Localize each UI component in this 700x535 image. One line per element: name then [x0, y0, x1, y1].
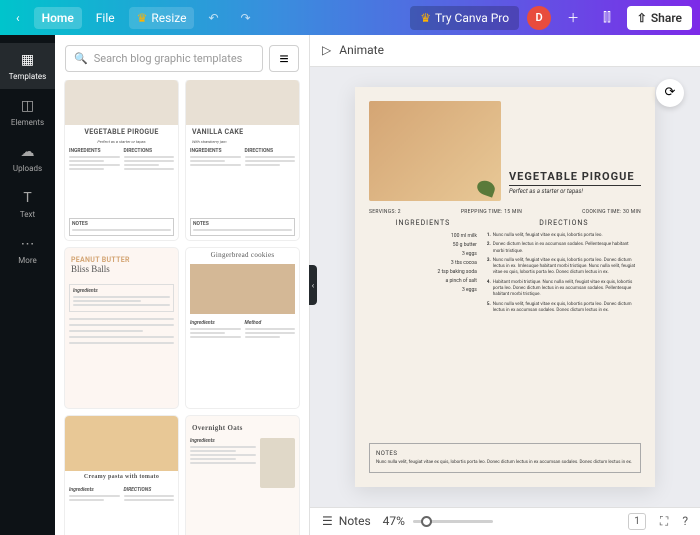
rail-uploads[interactable]: ☁Uploads — [0, 135, 55, 181]
rail-templates[interactable]: ▦Templates — [0, 43, 55, 89]
rail-elements[interactable]: ◫Elements — [0, 89, 55, 135]
chevron-left-icon: ‹ — [16, 11, 20, 25]
template-card[interactable]: Creamy pasta with tomato IngredientsDIRE… — [65, 416, 178, 535]
resize-button[interactable]: ♛Resize — [129, 7, 195, 29]
template-card[interactable]: VANILLA CAKE With strawberry jam INGREDI… — [186, 80, 299, 240]
canvas-area: ▷ Animate ⟳ VEGETABLE PIROGUE Perfect as… — [310, 35, 700, 535]
canvas-toolbar: ▷ Animate — [310, 35, 700, 67]
avatar[interactable]: D — [527, 6, 551, 30]
template-title: Overnight Oats — [186, 416, 299, 434]
doc-hero: VEGETABLE PIROGUE Perfect as a starter o… — [369, 101, 641, 201]
crown-icon: ♛ — [420, 11, 431, 25]
help-button[interactable]: ? — [682, 514, 688, 528]
slider-thumb[interactable] — [421, 516, 432, 527]
page-indicator[interactable]: 1 — [628, 513, 646, 530]
template-title: VANILLA CAKE — [186, 125, 299, 139]
search-input[interactable]: 🔍 Search blog graphic templates — [65, 45, 263, 72]
recipe-photo — [369, 101, 501, 201]
notes-button[interactable]: ☰Notes — [322, 514, 371, 528]
chart-icon: ⫿⫿ — [603, 10, 611, 25]
templates-panel: 🔍 Search blog graphic templates ≡ VEGETA… — [55, 35, 310, 535]
sliders-icon: ≡ — [279, 49, 288, 69]
search-icon: 🔍 — [74, 52, 88, 65]
zoom-level[interactable]: 47% — [383, 514, 405, 528]
home-button[interactable]: Home — [34, 7, 82, 29]
template-title: Creamy pasta with tomato — [65, 471, 178, 483]
animate-icon: ▷ — [322, 43, 331, 57]
template-card[interactable]: VEGETABLE PIROGUE Perfect as a starter o… — [65, 80, 178, 240]
directions-col: DIRECTIONS 1.Nunc nulla velit, feugiat v… — [487, 219, 641, 317]
crown-icon: ♛ — [137, 11, 148, 25]
template-thumb — [65, 80, 178, 125]
undo-button[interactable]: ↶ — [200, 7, 226, 29]
template-thumb — [186, 80, 299, 125]
template-thumb — [65, 416, 178, 471]
bottom-bar: ☰Notes 47% 1 ⛶ ? — [310, 507, 700, 535]
side-rail: ▦Templates ◫Elements ☁Uploads TText ⋯Mor… — [0, 35, 55, 535]
uploads-icon: ☁ — [19, 143, 37, 161]
recipe-title: VEGETABLE PIROGUE — [509, 170, 641, 186]
rail-more[interactable]: ⋯More — [0, 227, 55, 273]
file-menu[interactable]: File — [88, 7, 123, 29]
template-card[interactable]: PEANUT BUTTER Bliss Balls Ingredients — [65, 248, 178, 408]
cook-time: COOKING TIME: 30 MIN — [582, 209, 641, 215]
zoom-controls: 47% — [383, 514, 493, 528]
animate-button[interactable]: Animate — [339, 43, 384, 57]
template-title: Gingerbread cookies — [186, 248, 299, 262]
topbar-left: ‹ Home File ♛Resize ↶ ↷ — [8, 7, 259, 29]
try-pro-button[interactable]: ♛Try Canva Pro — [410, 6, 519, 30]
share-button[interactable]: ⇧Share — [627, 6, 692, 30]
ingredients-col: INGREDIENTS 100 ml milk 50 g butter 3 eg… — [369, 219, 477, 317]
templates-grid: VEGETABLE PIROGUE Perfect as a starter o… — [55, 80, 309, 535]
refresh-button[interactable]: ⟳ — [656, 79, 684, 107]
insights-button[interactable]: ⫿⫿ — [595, 6, 619, 29]
template-card[interactable]: Overnight Oats Ingredients — [186, 416, 299, 535]
recipe-notes: NOTES Nunc nulla velit, feugiat vitae ex… — [369, 443, 641, 473]
canvas-viewport[interactable]: ⟳ VEGETABLE PIROGUE Perfect as a starter… — [310, 67, 700, 507]
refresh-icon: ⟳ — [665, 85, 676, 100]
redo-button[interactable]: ↷ — [233, 7, 259, 29]
rail-text[interactable]: TText — [0, 181, 55, 227]
back-button[interactable]: ‹ — [8, 7, 28, 29]
upload-icon: ⇧ — [637, 11, 647, 25]
recipe-meta: SERVINGS: 2 PREPPING TIME: 15 MIN COOKIN… — [369, 201, 641, 219]
zoom-slider[interactable] — [413, 520, 493, 523]
doc-heading: VEGETABLE PIROGUE Perfect as a starter o… — [509, 101, 641, 201]
recipe-subtitle: Perfect as a starter or tapas! — [509, 188, 641, 195]
template-thumb — [190, 264, 295, 314]
filter-button[interactable]: ≡ — [269, 45, 299, 72]
template-title: PEANUT BUTTER — [65, 248, 178, 264]
bottom-right: 1 ⛶ ? — [628, 513, 688, 530]
topbar-right: ♛Try Canva Pro D ＋ ⫿⫿ ⇧Share — [410, 5, 692, 30]
more-icon: ⋯ — [19, 235, 37, 253]
prep-time: PREPPING TIME: 15 MIN — [461, 209, 522, 215]
topbar: ‹ Home File ♛Resize ↶ ↷ ♛Try Canva Pro D… — [0, 0, 700, 35]
template-card[interactable]: Gingerbread cookies IngredientsMethod — [186, 248, 299, 408]
template-thumb — [260, 438, 295, 488]
notes-icon: ☰ — [322, 514, 333, 528]
fullscreen-button[interactable]: ⛶ — [660, 514, 668, 529]
document-page[interactable]: VEGETABLE PIROGUE Perfect as a starter o… — [355, 87, 655, 487]
elements-icon: ◫ — [19, 97, 37, 115]
add-button[interactable]: ＋ — [559, 5, 587, 30]
templates-icon: ▦ — [19, 51, 37, 69]
text-icon: T — [19, 189, 37, 207]
recipe-columns: INGREDIENTS 100 ml milk 50 g butter 3 eg… — [369, 219, 641, 317]
main: ▦Templates ◫Elements ☁Uploads TText ⋯Mor… — [0, 35, 700, 535]
servings: SERVINGS: 2 — [369, 209, 401, 215]
search-row: 🔍 Search blog graphic templates ≡ — [55, 35, 309, 80]
template-title: VEGETABLE PIROGUE — [65, 125, 178, 139]
